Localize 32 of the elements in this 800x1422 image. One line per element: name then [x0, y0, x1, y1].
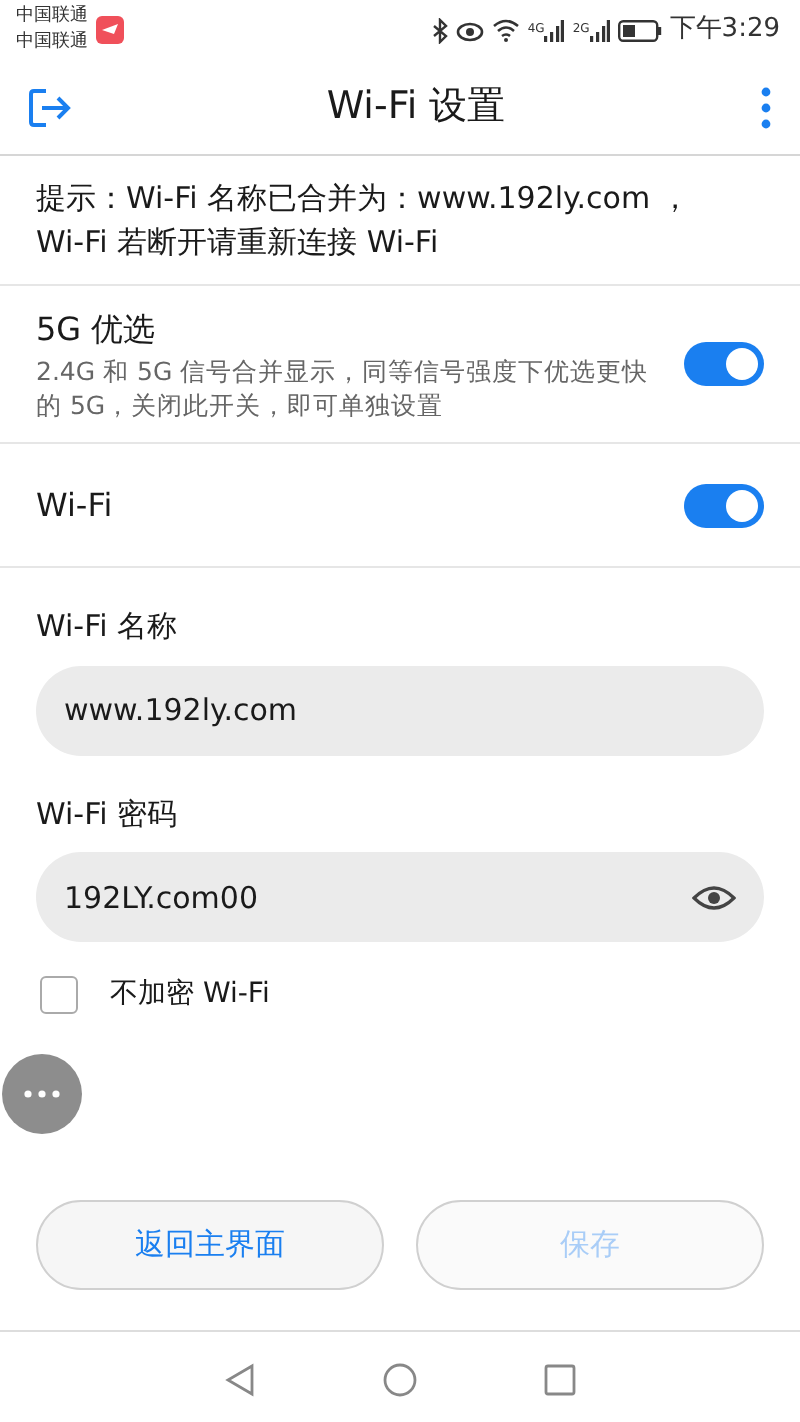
action-button[interactable]: 返回主界面 [36, 1200, 384, 1290]
recents-icon[interactable] [544, 1363, 577, 1395]
cell-signal-icon [589, 19, 610, 41]
eye-icon [455, 19, 484, 41]
checkbox-label: 不加密 Wi-Fi [110, 976, 270, 1014]
setting-label: 5G 优选 [36, 308, 158, 352]
eye-icon[interactable] [692, 884, 736, 912]
toggle-switch[interactable] [684, 483, 764, 527]
field-label: Wi-Fi 名称 [36, 606, 180, 648]
exit-icon[interactable] [28, 87, 72, 127]
more-menu-icon[interactable] [760, 85, 772, 129]
setting-description: 2.4G 和 5G 信号合并显示，同等信号强度下优选更快的 5G，关闭此开关，即可单独设置 [36, 354, 651, 422]
app-notification-icon [96, 16, 124, 44]
wifi-signal-icon [491, 18, 520, 42]
carrier-name: 中国联通 [16, 3, 88, 29]
toggle-switch[interactable] [684, 342, 764, 386]
carrier-name: 中国联通 [16, 30, 88, 56]
hint-text: 提示：Wi-Fi 名称已合并为：www.192ly.com ，Wi-Fi 若断开请重新连接 Wi-Fi [0, 156, 800, 286]
field-label: Wi-Fi 密码 [36, 793, 180, 835]
home-icon[interactable] [381, 1361, 418, 1397]
checkbox[interactable] [40, 976, 78, 1014]
more-icon [24, 1090, 60, 1098]
floating-menu-button[interactable] [2, 1054, 82, 1134]
back-icon[interactable] [223, 1361, 256, 1397]
status-time: 下午3:29 [669, 12, 780, 49]
bluetooth-icon [431, 17, 448, 43]
page-title: Wi-Fi 设置 [326, 82, 506, 133]
battery-icon [617, 19, 662, 41]
password-field[interactable]: 192LY.com00 [36, 852, 764, 942]
cell-signal-icon [544, 19, 565, 41]
input-field[interactable]: www.192ly.com [36, 665, 764, 755]
setting-label: Wi-Fi [36, 483, 115, 527]
